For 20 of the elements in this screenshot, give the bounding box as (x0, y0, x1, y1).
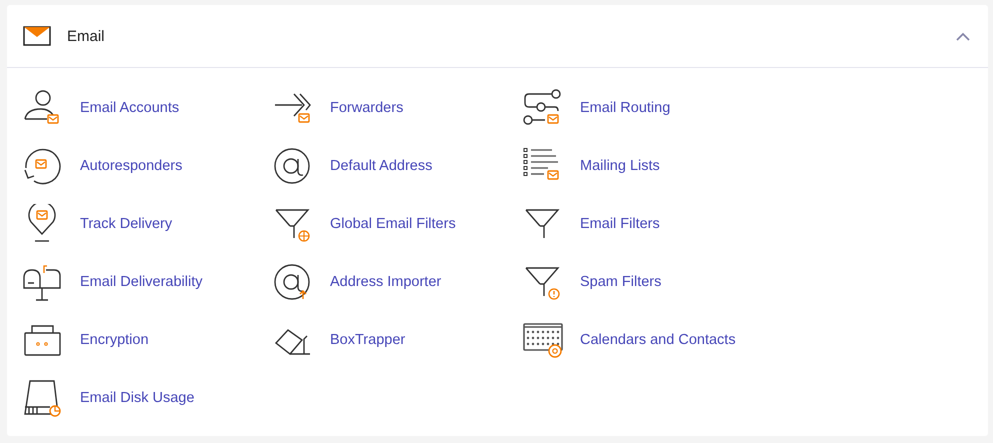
feature-link[interactable]: Email Disk Usage (22, 378, 194, 418)
feature-link[interactable]: Autoresponders (22, 146, 182, 186)
feature-link[interactable]: Calendars and Contacts (522, 320, 736, 360)
feature-link[interactable]: Track Delivery (22, 204, 172, 244)
calendar-icon (522, 320, 564, 360)
feature-link[interactable]: Email Routing (522, 88, 670, 128)
feature-link[interactable]: Mailing Lists (522, 146, 660, 186)
feature-link[interactable]: Email Accounts (22, 88, 180, 128)
feature-link[interactable]: Global Email Filters (272, 204, 456, 244)
feature-link[interactable]: Encryption (22, 320, 149, 360)
feature-link[interactable]: Email Filters (522, 204, 660, 244)
section-title: Email (67, 28, 106, 44)
chevron-icon (956, 32, 970, 40)
feature-link[interactable]: Default Address (272, 146, 432, 186)
feature-link[interactable]: BoxTrapper (272, 320, 406, 360)
feature-link[interactable]: Forwarders (272, 88, 404, 128)
envelope-icon (23, 26, 51, 46)
feature-link[interactable]: Address Importer (272, 262, 442, 302)
feature-link[interactable]: Email Deliverability (22, 262, 202, 302)
feature-link[interactable]: Spam Filters (522, 262, 662, 302)
